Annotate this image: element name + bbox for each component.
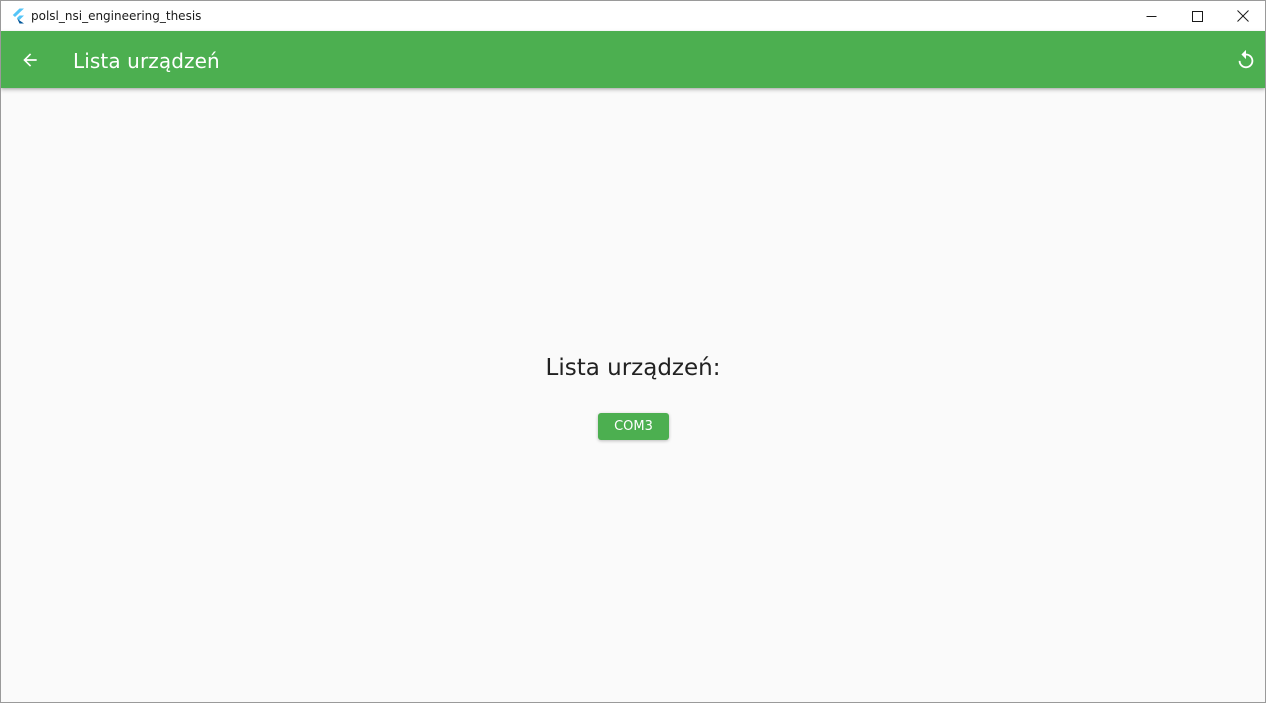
minimize-icon <box>1146 15 1156 17</box>
minimize-button[interactable] <box>1128 1 1174 31</box>
window-title-bar[interactable]: polsl_nsi_engineering_thesis <box>1 1 1265 31</box>
device-list-heading: Lista urządzeń: <box>545 355 721 381</box>
maximize-icon <box>1191 10 1203 22</box>
arrow-back-icon <box>23 53 37 67</box>
maximize-button[interactable] <box>1174 1 1220 31</box>
flutter-logo-icon <box>12 8 24 24</box>
page-title: Lista urządzeń <box>73 49 220 73</box>
app-bar: Lista urządzeń <box>1 31 1265 88</box>
close-icon <box>1237 10 1249 22</box>
main-content: Lista urządzeń: COM3 <box>1 88 1265 702</box>
app-window: polsl_nsi_engineering_thesis Lista urząd… <box>0 0 1266 703</box>
refresh-button[interactable] <box>1229 43 1263 77</box>
close-button[interactable] <box>1220 1 1265 31</box>
device-button-com3[interactable]: COM3 <box>598 413 669 440</box>
window-title: polsl_nsi_engineering_thesis <box>31 9 202 23</box>
refresh-icon <box>1238 49 1254 69</box>
back-button[interactable] <box>13 43 47 77</box>
